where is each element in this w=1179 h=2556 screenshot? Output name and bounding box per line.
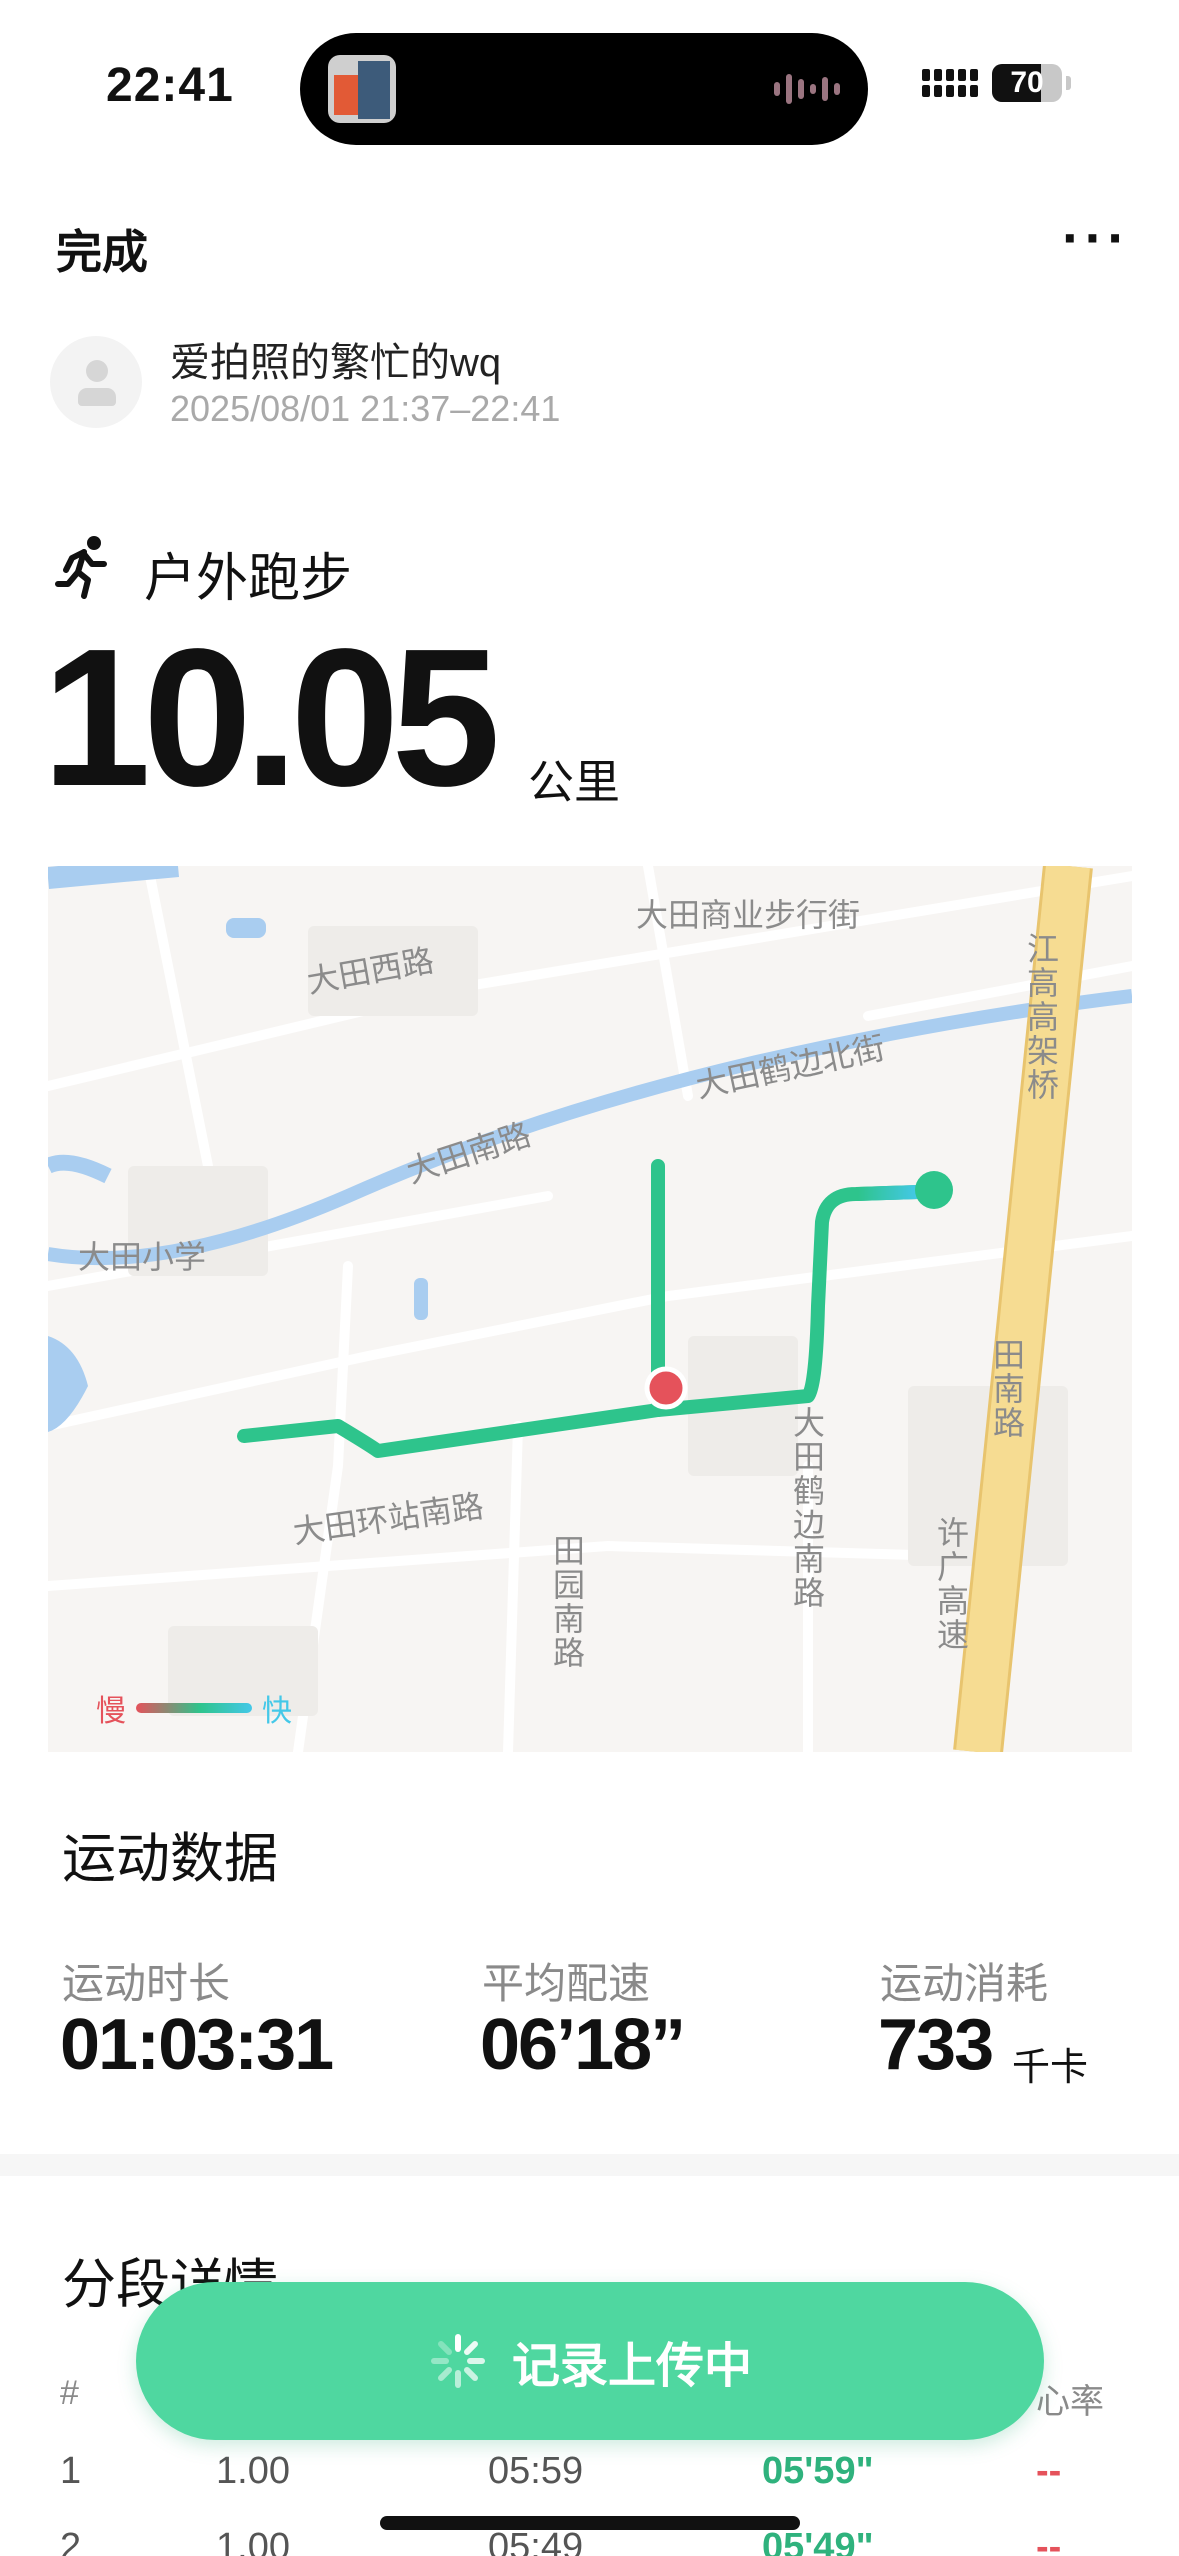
split-heart-rate: --	[1036, 2526, 1062, 2556]
split-index: 2	[60, 2526, 82, 2556]
stat-calories-value: 733	[878, 2005, 994, 2085]
user-name: 爱拍照的繁忙的wq	[170, 341, 502, 385]
map-label: 江高高架桥	[1023, 932, 1059, 1102]
legend-fast: 快	[262, 1695, 292, 1728]
pace-legend: 慢 快	[96, 1686, 292, 1730]
loading-spinner-icon	[430, 2334, 485, 2388]
route-map[interactable]: 大田商业步行街 大田西路 大田南路 大田鹤边北街 大田小学 江高高架桥 田南路 …	[48, 866, 1132, 1752]
map-label: 许广高速	[933, 1516, 969, 1652]
upload-record-label: 记录上传中	[511, 2340, 752, 2393]
map-label: 田园南路	[549, 1534, 585, 1670]
stat-pace-value: 06’18”	[480, 2005, 686, 2085]
cellular-signal-icon	[922, 69, 978, 97]
split-pace: 05'49"	[762, 2526, 874, 2556]
avatar[interactable]	[50, 336, 142, 428]
map-label: 大田商业步行街	[636, 897, 861, 933]
audio-waveform-icon	[774, 69, 840, 109]
legend-gradient-bar	[136, 1703, 252, 1713]
more-options-icon[interactable]: ···	[1062, 210, 1130, 266]
start-marker	[644, 1366, 688, 1410]
end-marker	[915, 1171, 953, 1209]
stat-duration-label: 运动时长	[62, 1960, 231, 2007]
battery-tip	[1066, 76, 1071, 90]
stats-section-title: 运动数据	[62, 1829, 278, 1889]
splits-header-index: #	[60, 2374, 79, 2412]
split-pace: 05'59"	[762, 2450, 874, 2492]
done-button[interactable]: 完成	[56, 216, 148, 282]
status-bar: 22:41 70	[0, 0, 1179, 170]
split-time: 05:59	[488, 2450, 584, 2492]
section-divider	[0, 2154, 1179, 2176]
split-distance: 1.00	[216, 2450, 290, 2492]
running-icon	[55, 536, 107, 599]
map-label: 大田鹤边南路	[789, 1406, 825, 1610]
status-icons: 70	[922, 64, 1071, 102]
split-index: 1	[60, 2450, 82, 2492]
stat-calories-unit: 千卡	[1012, 2047, 1089, 2089]
battery-level: 70	[1010, 66, 1044, 99]
splits-header-heart-rate: 心率	[1036, 2383, 1104, 2421]
distance-value: 10.05	[42, 608, 500, 827]
legend-slow: 慢	[96, 1695, 126, 1728]
split-distance: 1.00	[216, 2526, 290, 2556]
dynamic-island[interactable]	[300, 33, 868, 145]
distance-unit: 公里	[528, 756, 620, 808]
stat-pace-label: 平均配速	[482, 1960, 651, 2007]
activity-type: 户外跑步	[144, 550, 353, 608]
now-playing-thumbnail	[328, 55, 396, 123]
map-label: 田南路	[989, 1338, 1025, 1440]
battery-icon: 70	[992, 64, 1062, 102]
stat-duration-value: 01:03:31	[60, 2005, 334, 2085]
split-time: 05:49	[488, 2526, 584, 2556]
activity-datetime: 2025/08/01 21:37–22:41	[170, 388, 561, 429]
home-indicator[interactable]	[380, 2516, 800, 2530]
map-label: 大田小学	[78, 1239, 207, 1275]
status-time: 22:41	[106, 59, 234, 112]
split-heart-rate: --	[1036, 2450, 1062, 2492]
upload-record-button[interactable]: 记录上传中	[136, 2282, 1044, 2440]
stat-calories-label: 运动消耗	[880, 1960, 1049, 2007]
